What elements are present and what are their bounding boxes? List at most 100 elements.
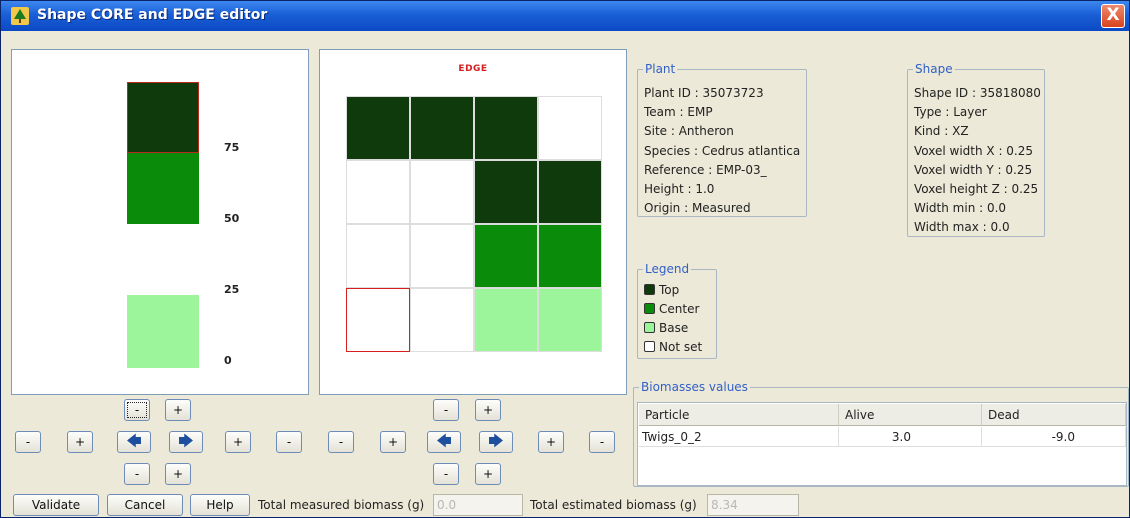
legend-label-notset: Not set [659,340,703,354]
cancel-button[interactable]: Cancel [107,494,183,516]
shape-voxel-width-x: Voxel width X : 0.25 [914,143,1034,158]
legend-swatch-base [644,322,655,333]
legend-item-base: Base [644,319,688,337]
plant-info: Plant ID : 35073723 Team : EMP Site : An… [644,84,800,218]
core-scale-panel: 75 50 25 0 [11,49,309,395]
legend-item-center: Center [644,300,699,318]
legend-swatch-notset [644,341,655,352]
cell-particle[interactable]: Twigs_0_2 [639,427,839,447]
editor-window: Shape CORE and EDGE editor X 75 50 25 0 … [0,0,1130,518]
column-header-particle[interactable]: Particle [639,404,839,426]
core-notset-layer[interactable] [127,224,199,295]
edge-cell-base[interactable] [474,288,538,352]
core-top-layer[interactable] [127,82,199,153]
edge-cell-notset[interactable] [538,96,602,160]
shape-kind: Kind : XZ [914,124,969,139]
edge-left-plus-button[interactable]: + [380,431,406,453]
title-bar: Shape CORE and EDGE editor X [1,1,1129,31]
legend-item-notset: Not set [644,338,702,356]
core-left-plus-button[interactable]: + [67,431,93,453]
arrow-right-icon: 🡆 [488,432,504,450]
edge-right-minus-button[interactable]: - [589,431,615,453]
legend-label-top: Top [659,283,680,297]
core-left-minus-button[interactable]: - [15,431,41,453]
legend-label-center: Center [659,302,700,316]
edge-cell-top[interactable] [410,96,474,160]
total-measured-biomass-field[interactable]: 0.0 [433,494,523,516]
edge-bottom-minus-button[interactable]: - [433,463,459,485]
legend-group: Legend Top Center Base Not set [637,262,717,359]
scale-label-0: 0 [224,354,232,367]
column-header-alive[interactable]: Alive [839,404,982,426]
plant-group: Plant Plant ID : 35073723 Team : EMP Sit… [637,62,807,218]
arrow-left-icon: 🡄 [436,432,452,450]
core-base-layer[interactable] [127,295,199,368]
total-estimated-biomass-field[interactable]: 8.34 [707,494,799,516]
plant-reference: Reference : EMP-03_ [644,162,767,177]
window-title: Shape CORE and EDGE editor [37,7,268,23]
edge-bottom-plus-button[interactable]: + [475,463,501,485]
edge-cell-notset[interactable] [410,160,474,224]
scale-label-25: 25 [224,283,240,296]
plant-species: Species : Cedrus atlantica [644,143,801,158]
legend-label-base: Base [659,321,689,335]
biomass-group: Biomasses values Particle Alive Dead Twi… [633,380,1129,487]
edge-cell-notset[interactable] [346,160,410,224]
shape-width-max: Width max : 0.0 [914,220,1010,235]
shape-width-min: Width min : 0.0 [914,201,1007,216]
validate-button[interactable]: Validate [13,494,99,516]
biomass-table: Particle Alive Dead Twigs_0_2 3.0 -9.0 [637,402,1127,486]
core-center-layer[interactable] [127,153,199,224]
edge-right-plus-button[interactable]: + [538,431,564,453]
close-button[interactable]: X [1101,4,1125,28]
edge-cell-center[interactable] [474,224,538,288]
legend-swatch-top [644,284,655,295]
edge-cell-notset[interactable] [410,288,474,352]
shape-type: Type : Layer [914,105,987,120]
plant-origin: Origin : Measured [644,201,751,216]
cell-alive[interactable]: 3.0 [839,427,982,447]
edge-top-minus-button[interactable]: - [433,399,459,421]
edge-move-left-button[interactable]: 🡄 [427,431,461,453]
total-measured-biomass-label: Total measured biomass (g) [258,498,425,512]
edge-cell-center[interactable] [538,224,602,288]
core-top-minus-button[interactable]: - [124,399,150,421]
core-right-plus-button[interactable]: + [225,431,251,453]
core-move-left-button[interactable]: 🡄 [117,431,151,453]
legend-swatch-center [644,303,655,314]
plant-height: Height : 1.0 [644,182,715,197]
edge-cell-top[interactable] [474,96,538,160]
shape-info: Shape ID : 35818080 Type : Layer Kind : … [914,84,1041,238]
scale-label-75: 75 [224,141,240,154]
plant-site: Site : Antheron [644,124,734,139]
shape-voxel-width-y: Voxel width Y : 0.25 [914,162,1033,177]
edge-cell-top[interactable] [538,160,602,224]
shape-group: Shape Shape ID : 35818080 Type : Layer K… [907,62,1045,238]
cell-dead[interactable]: -9.0 [982,427,1126,447]
core-bottom-minus-button[interactable]: - [124,463,150,485]
edge-left-minus-button[interactable]: - [328,431,354,453]
edge-cell-top[interactable] [346,96,410,160]
edge-grid [346,96,602,352]
edge-cell-selected[interactable] [346,288,410,352]
core-move-right-button[interactable]: 🡆 [169,431,203,453]
plant-group-title: Plant [643,62,678,76]
total-estimated-biomass-label: Total estimated biomass (g) [530,498,697,512]
edge-cell-top[interactable] [474,160,538,224]
column-header-dead[interactable]: Dead [982,404,1126,426]
edge-cell-notset[interactable] [410,224,474,288]
shape-group-title: Shape [913,62,955,76]
core-right-minus-button[interactable]: - [276,431,302,453]
edge-title: EDGE [458,64,488,74]
core-bottom-plus-button[interactable]: + [165,463,191,485]
help-button[interactable]: Help [190,494,250,516]
edge-cell-base[interactable] [538,288,602,352]
legend-group-title: Legend [643,262,692,276]
edge-top-plus-button[interactable]: + [475,399,501,421]
core-top-plus-button[interactable]: + [165,399,191,421]
edge-move-right-button[interactable]: 🡆 [479,431,513,453]
tree-icon [11,7,29,25]
edge-cell-notset[interactable] [346,224,410,288]
shape-id: Shape ID : 35818080 [914,86,1041,100]
plant-id: Plant ID : 35073723 [644,86,764,100]
